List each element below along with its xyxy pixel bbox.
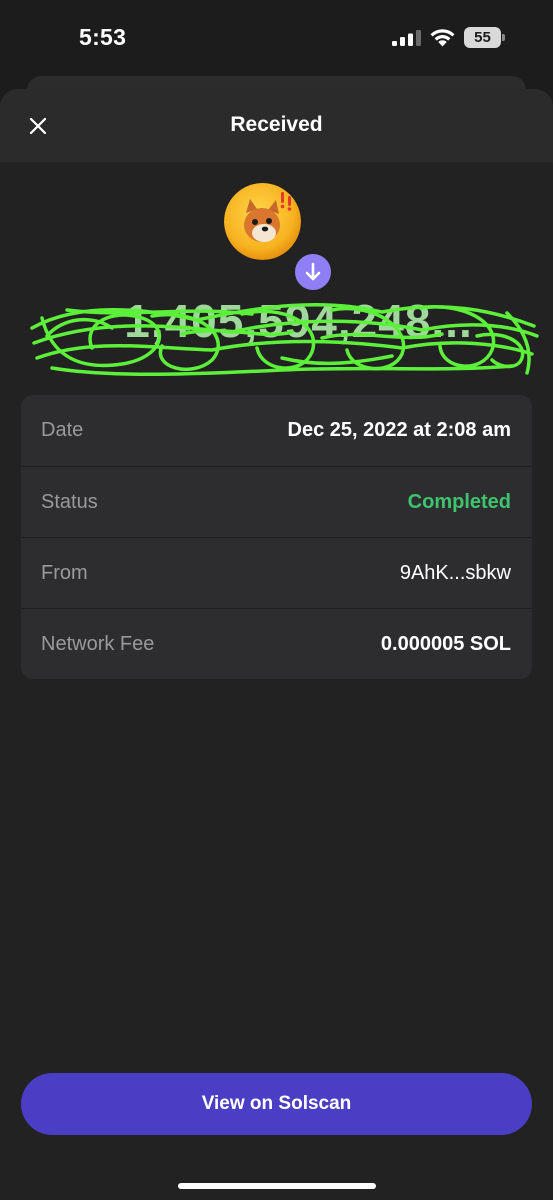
arrow-down-icon: [305, 262, 321, 281]
wifi-icon: [430, 29, 455, 47]
detail-row-status: Status Completed: [21, 467, 532, 538]
page-title: Received: [230, 113, 323, 136]
view-on-solscan-button[interactable]: View on Solscan: [21, 1073, 532, 1135]
status-value: Completed: [407, 491, 511, 513]
detail-row-network-fee: Network Fee 0.000005 SOL: [21, 609, 532, 679]
detail-row-from[interactable]: From 9AhK...sbkw: [21, 538, 532, 609]
from-address[interactable]: 9AhK...sbkw: [400, 562, 511, 585]
date-label: Date: [41, 419, 84, 441]
detail-row-date: Date Dec 25, 2022 at 2:08 am: [21, 395, 532, 466]
bonk-dog-token-icon: [224, 183, 301, 260]
transaction-details-card: Date Dec 25, 2022 at 2:08 am Status Comp…: [21, 395, 532, 679]
redaction-scribble: [30, 302, 539, 377]
battery-level: 55: [464, 27, 501, 48]
signal-icon: [392, 30, 421, 46]
status-time: 5:53: [79, 24, 127, 50]
network-fee-label: Network Fee: [41, 633, 155, 655]
received-badge: [292, 251, 334, 293]
battery-icon: 55: [464, 27, 506, 48]
from-label: From: [41, 562, 88, 584]
transaction-detail-screen: 5:53 55 Received 1,405,594,248... Date D…: [0, 0, 553, 1200]
amount-area: 1,405,594,248...: [22, 288, 547, 383]
date-value: Dec 25, 2022 at 2:08 am: [287, 419, 512, 441]
home-indicator: [178, 1183, 376, 1189]
network-fee-value: 0.000005 SOL: [380, 633, 511, 655]
status-bar: 5:53 55: [0, 0, 553, 76]
status-label: Status: [41, 491, 98, 513]
battery-cap: [502, 34, 505, 41]
